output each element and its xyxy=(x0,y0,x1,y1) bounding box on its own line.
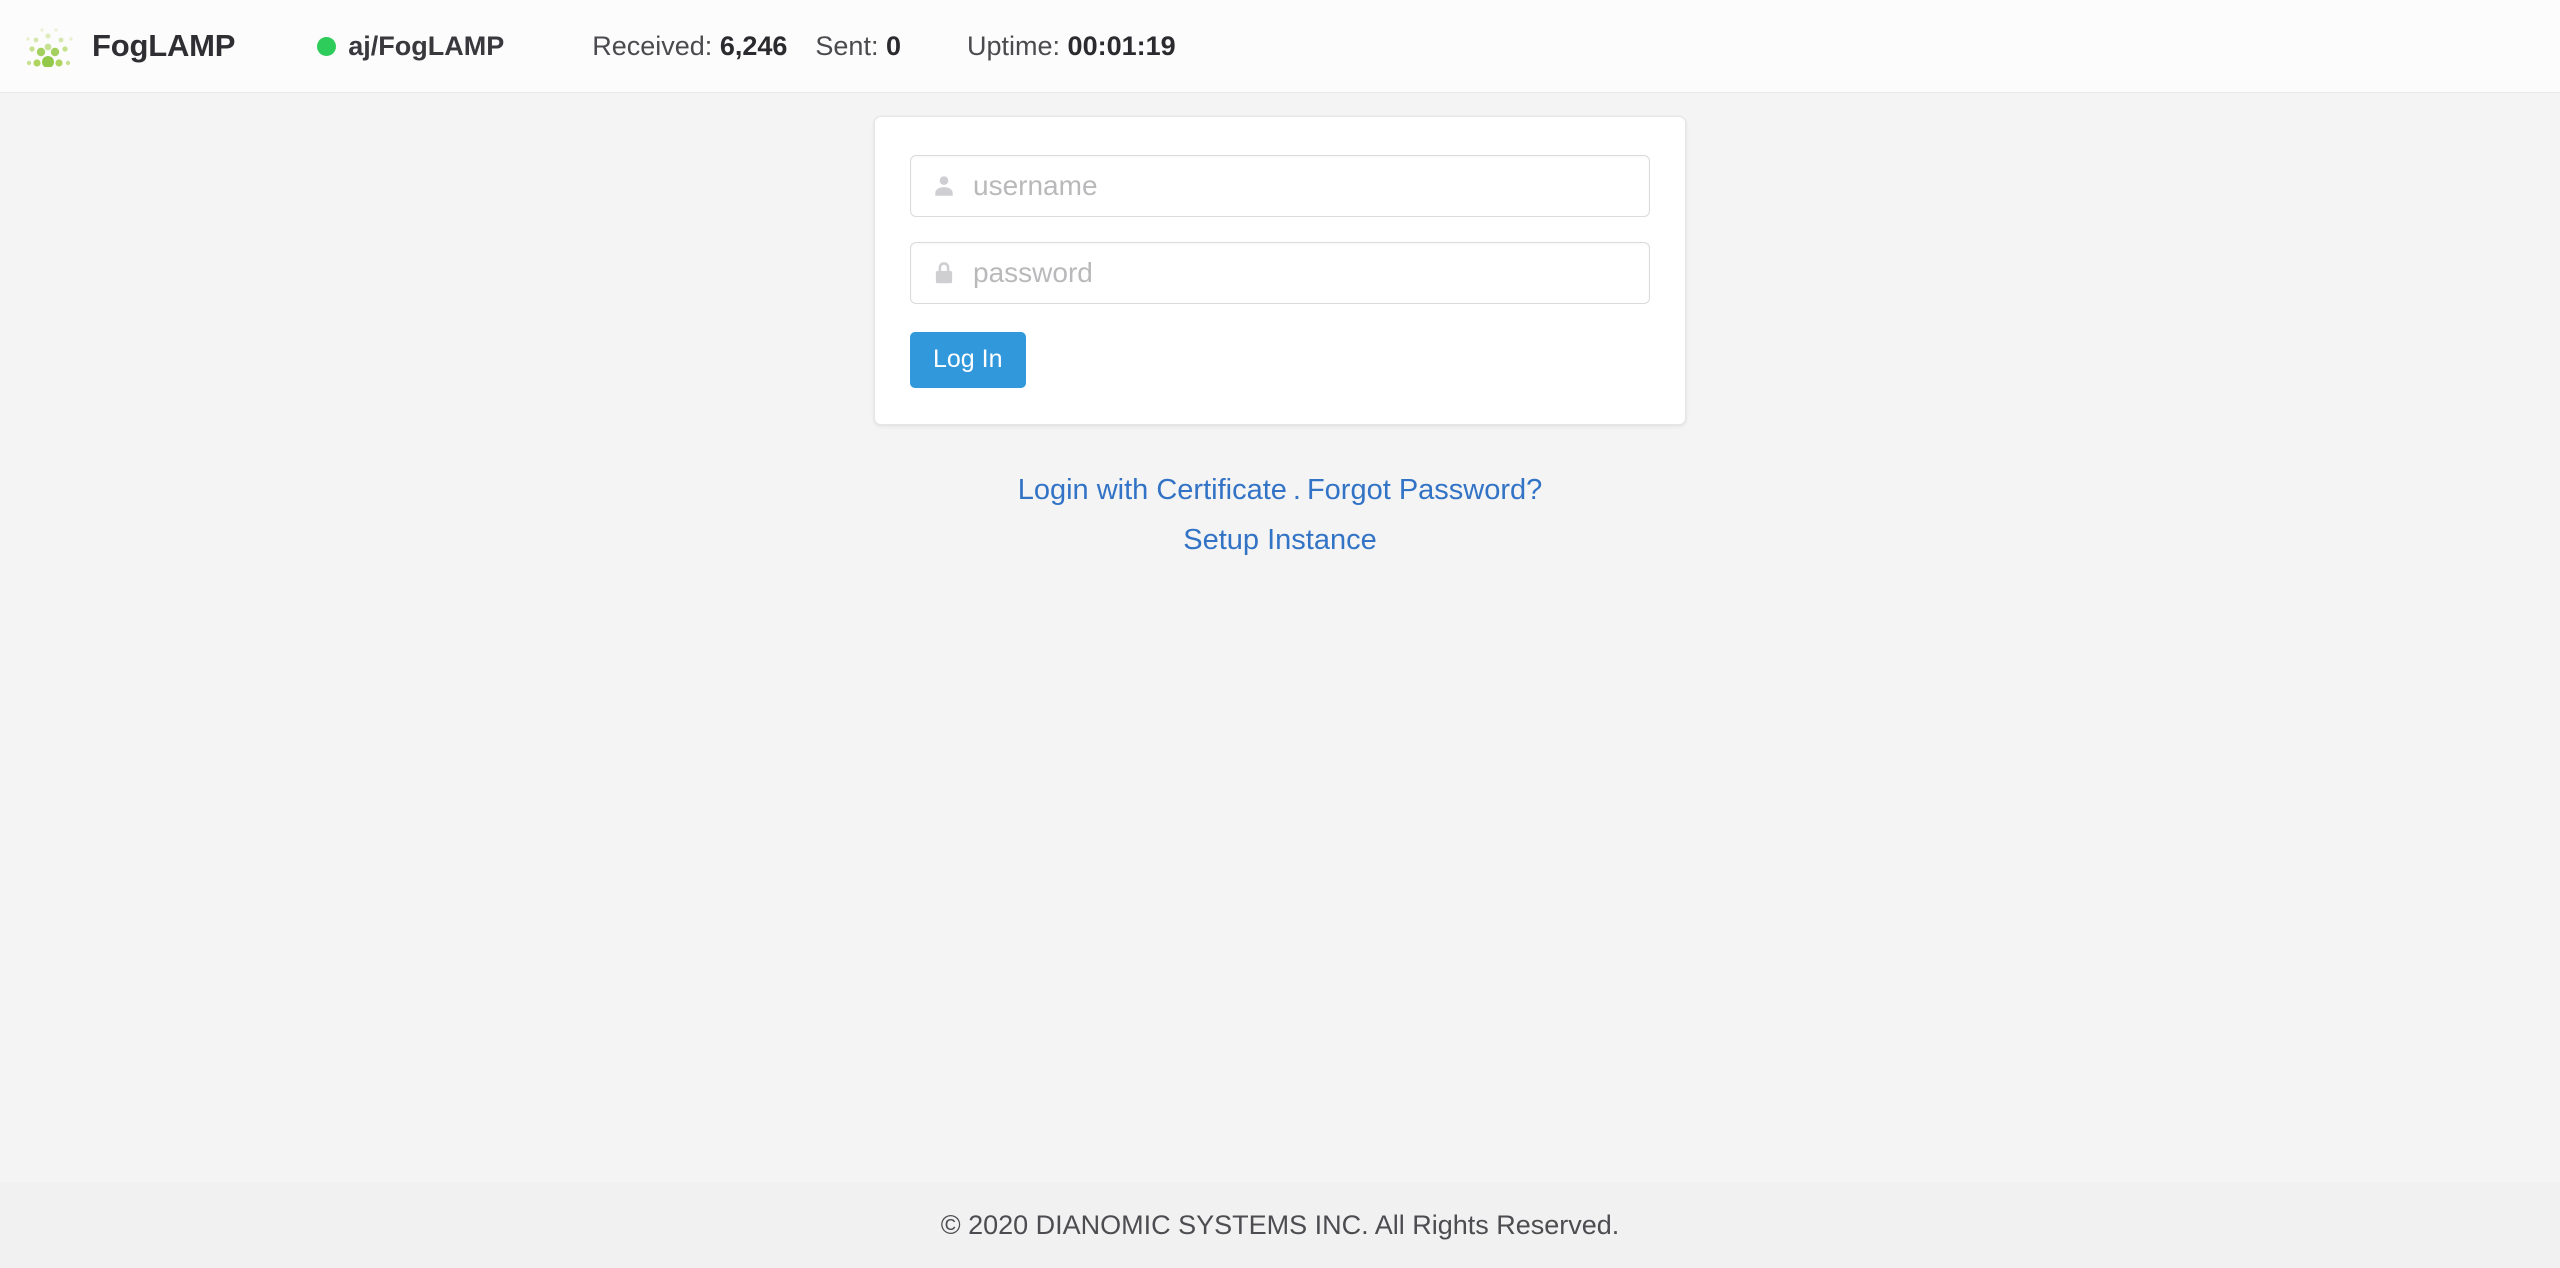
stat-received-value: 6,246 xyxy=(719,30,788,61)
password-input[interactable] xyxy=(910,242,1650,304)
stat-received-label: Received: xyxy=(592,30,713,61)
page-footer: © 2020 DIANOMIC SYSTEMS INC. All Rights … xyxy=(0,1182,2560,1268)
brand[interactable]: FogLAMP xyxy=(24,25,279,68)
username-input[interactable] xyxy=(910,155,1650,217)
password-field-wrapper xyxy=(910,242,1650,304)
link-separator: . xyxy=(1292,474,1301,506)
stat-sent-label: Sent: xyxy=(815,30,879,61)
stat-sent-value: 0 xyxy=(885,30,901,61)
stat-received: Received: 6,246 xyxy=(542,31,815,62)
instance-indicator[interactable]: aj/FogLAMP xyxy=(279,31,542,62)
stat-sent: Sent: 0 xyxy=(815,31,929,62)
setup-instance-link[interactable]: Setup Instance xyxy=(1183,524,1376,556)
auth-links: Login with Certificate. Forgot Password? … xyxy=(1018,467,1543,564)
login-with-certificate-link[interactable]: Login with Certificate xyxy=(1018,474,1287,506)
stat-uptime-value: 00:01:19 xyxy=(1067,30,1176,61)
copyright-text: © 2020 DIANOMIC SYSTEMS INC. All Rights … xyxy=(940,1209,1620,1240)
username-field-wrapper xyxy=(910,155,1650,217)
login-actions: Log In xyxy=(910,332,1650,388)
stat-uptime: Uptime: 00:01:19 xyxy=(929,31,1204,62)
stat-uptime-label: Uptime: xyxy=(967,30,1061,61)
brand-name: FogLAMP xyxy=(92,28,236,63)
login-page: FogLAMP aj/FogLAMP Received: 6,246 Sent:… xyxy=(0,0,2560,1268)
foglamp-dots-logo-icon xyxy=(24,25,76,68)
login-card: Log In xyxy=(874,116,1686,425)
forgot-password-link[interactable]: Forgot Password? xyxy=(1307,474,1542,506)
navbar-items: aj/FogLAMP Received: 6,246 Sent: 0 Uptim… xyxy=(279,31,1203,62)
instance-name: aj/FogLAMP xyxy=(348,30,505,61)
status-dot-green-icon xyxy=(317,36,337,56)
setup-instance-row: Setup Instance xyxy=(1018,517,1543,564)
top-navbar: FogLAMP aj/FogLAMP Received: 6,246 Sent:… xyxy=(0,0,2560,93)
log-in-button[interactable]: Log In xyxy=(910,332,1026,388)
main-content: Log In Login with Certificate.Forgot Pas… xyxy=(0,93,2560,1182)
